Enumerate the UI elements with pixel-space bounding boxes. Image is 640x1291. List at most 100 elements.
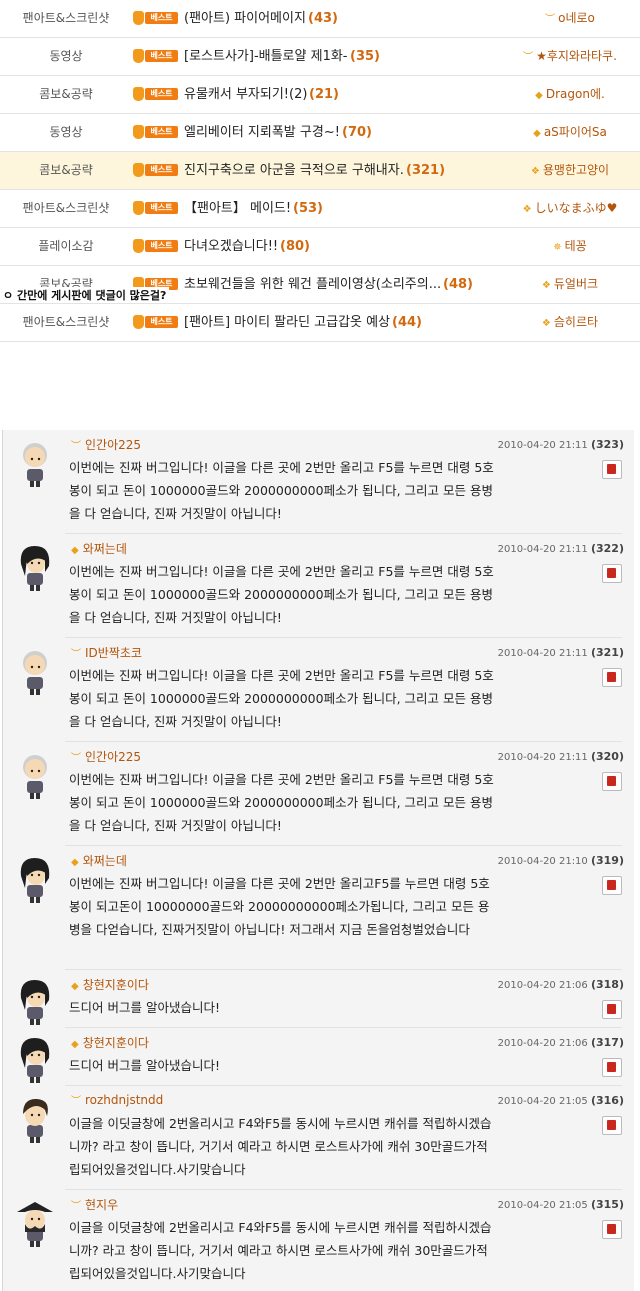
commenter-name[interactable]: ◆ 창현지훈이다 — [71, 976, 149, 993]
comment-count[interactable]: (80) — [280, 228, 310, 265]
comment-count[interactable]: (53) — [293, 190, 323, 227]
report-icon[interactable] — [602, 1000, 622, 1019]
avatar[interactable] — [15, 750, 55, 800]
post-author[interactable]: ︶ o네로o — [505, 0, 635, 37]
post-author-name[interactable]: しいなまふゆ♥ — [535, 201, 618, 215]
comment-number: (321) — [590, 646, 624, 659]
post-author-name[interactable]: 슴히르타 — [554, 315, 598, 329]
post-title-link[interactable]: 엘리베이터 지뢰폭발 구경~! — [184, 114, 340, 151]
report-icon[interactable] — [602, 1058, 622, 1077]
avatar[interactable] — [15, 646, 55, 696]
avatar[interactable] — [15, 1094, 55, 1144]
post-author[interactable]: ◆ aS파이어Sa — [505, 114, 635, 151]
post-author[interactable]: ❖ 듀얼버크 — [505, 266, 635, 303]
post-author[interactable]: ︶ ★후지와라타쿠. — [505, 38, 635, 75]
commenter-name-text[interactable]: 창현지훈이다 — [83, 978, 149, 992]
post-author-name[interactable]: Dragon에. — [546, 87, 605, 101]
post-author-name[interactable]: 테꽁 — [565, 239, 587, 253]
commenter-name[interactable]: ︶ 인간아225 — [71, 436, 141, 453]
post-row[interactable]: 팬아트&스크린샷 베스트 (팬아트) 파이어메이지 (43) ︶ o네로o — [0, 0, 640, 38]
comment-date: 2010-04-20 21:11 (321) — [498, 646, 624, 659]
post-author[interactable]: ❖ 용맹한고양이 — [505, 152, 635, 189]
comment-timestamp: 2010-04-20 21:05 — [497, 1096, 591, 1107]
report-icon[interactable] — [602, 668, 622, 687]
post-title-link[interactable]: 유물캐서 부자되기!(2) — [184, 76, 307, 113]
report-icon[interactable] — [602, 460, 622, 479]
post-row[interactable]: 콤보&공략 베스트 유물캐서 부자되기!(2) (21) ◆ Dragon에. — [0, 76, 640, 114]
post-category[interactable]: 팬아트&스크린샷 — [0, 0, 132, 37]
commenter-name[interactable]: ◆ 와쩌는데 — [71, 852, 127, 869]
report-icon[interactable] — [602, 1116, 622, 1135]
post-category[interactable]: 콤보&공략 — [0, 152, 132, 189]
post-author[interactable]: ✵ 테꽁 — [505, 228, 635, 265]
post-title-link[interactable]: 초보웨건들을 위한 웨건 플레이영상(소리주의... — [184, 266, 441, 303]
avatar[interactable] — [15, 542, 55, 592]
post-author-name[interactable]: ★후지와라타쿠. — [536, 49, 617, 63]
commenter-name[interactable]: ︶ ID반짝초코 — [71, 644, 142, 661]
comment-date: 2010-04-20 21:05 (315) — [498, 1198, 624, 1211]
post-title-link[interactable]: 【팬아트】 메이드! — [184, 190, 291, 227]
commenter-name-text[interactable]: rozhdnjstndd — [85, 1093, 163, 1107]
commenter-name[interactable]: ︶ rozhdnjstndd — [71, 1092, 163, 1107]
commenter-name[interactable]: ︶ 인간아225 — [71, 748, 141, 765]
avatar[interactable] — [15, 438, 55, 488]
comment-text: 이번에는 진짜 버그입니다! 이글을 다른 곳에 2번만 올리고 F5를 누르면… — [69, 460, 494, 521]
commenter-name-text[interactable]: ID반짝초코 — [85, 646, 142, 660]
post-author[interactable]: ◆ Dragon에. — [505, 76, 635, 113]
post-category[interactable]: 동영상 — [0, 38, 132, 75]
post-title-link[interactable]: [팬아트] 마이티 팔라딘 고급갑옷 예상 — [184, 304, 390, 341]
post-author-name[interactable]: o네로o — [558, 11, 595, 25]
comment-text: 이글을 이딧글창에 2번올리시고 F4와F5를 동시에 누르시면 캐쉬를 적립하… — [69, 1116, 492, 1177]
commenter-name-text[interactable]: 인간아225 — [85, 750, 141, 764]
post-author-name[interactable]: 용맹한고양이 — [543, 163, 609, 177]
comment-timestamp: 2010-04-20 21:11 — [497, 648, 591, 659]
avatar[interactable] — [15, 854, 55, 904]
avatar[interactable] — [15, 976, 55, 1026]
post-author[interactable]: ❖ 슴히르타 — [505, 304, 635, 341]
post-category[interactable]: 동영상 — [0, 114, 132, 151]
post-row[interactable]: 콤보&공략 베스트 진지구축으로 아군을 극적으로 구해내자. (321) ❖ 용맹한고양… — [0, 152, 640, 190]
thumbs-up-icon — [133, 201, 144, 215]
comment-count[interactable]: (70) — [342, 114, 372, 151]
post-category[interactable]: 팬아트&스크린샷 — [0, 190, 132, 227]
commenter-name-text[interactable]: 창현지훈이다 — [83, 1036, 149, 1050]
post-row[interactable]: 팬아트&스크린샷 베스트 [팬아트] 마이티 팔라딘 고급갑옷 예상 (44) ❖ 슴히르… — [0, 304, 640, 342]
comment-count[interactable]: (48) — [443, 266, 473, 303]
comment-count[interactable]: (43) — [308, 0, 338, 37]
post-title-link[interactable]: 다녀오겠습니다!! — [184, 228, 278, 265]
post-title-link[interactable]: [로스트사가]-배틀로얄 제1화- — [184, 38, 348, 75]
commenter-name[interactable]: ◆ 창현지훈이다 — [71, 1034, 149, 1051]
diamond-icon: ◆ — [71, 981, 79, 992]
report-icon[interactable] — [602, 876, 622, 895]
post-row[interactable]: 동영상 베스트 [로스트사가]-배틀로얄 제1화- (35) ︶ ★후지와라타쿠. — [0, 38, 640, 76]
commenter-name-text[interactable]: 현지우 — [85, 1198, 118, 1212]
post-category[interactable]: 플레이소감 — [0, 228, 132, 265]
report-icon[interactable] — [602, 1220, 622, 1239]
post-category[interactable]: 팬아트&스크린샷 — [0, 304, 132, 341]
post-row[interactable]: 동영상 베스트 엘리베이터 지뢰폭발 구경~! (70) ◆ aS파이어Sa — [0, 114, 640, 152]
commenter-name-text[interactable]: 인간아225 — [85, 438, 141, 452]
report-icon[interactable] — [602, 772, 622, 791]
post-category[interactable]: 콤보&공략 — [0, 76, 132, 113]
post-author-name[interactable]: 듀얼버크 — [554, 277, 598, 291]
star-icon: ✵ — [553, 242, 562, 253]
commenter-name[interactable]: ◆ 와쩌는데 — [71, 540, 127, 557]
report-icon[interactable] — [602, 564, 622, 583]
comment-count[interactable]: (35) — [350, 38, 380, 75]
comment-count[interactable]: (321) — [406, 152, 445, 189]
avatar[interactable] — [15, 1198, 55, 1248]
post-author[interactable]: ❖ しいなまふゆ♥ — [505, 190, 635, 227]
commenter-name-text[interactable]: 와쩌는데 — [83, 854, 127, 868]
post-title-link[interactable]: 진지구축으로 아군을 극적으로 구해내자. — [184, 152, 404, 189]
commenter-name[interactable]: ︶ 현지우 — [71, 1196, 118, 1213]
commenter-name-text[interactable]: 와쩌는데 — [83, 542, 127, 556]
avatar[interactable] — [15, 1034, 55, 1084]
comment-item: ◆ 창현지훈이다 2010-04-20 21:06 (317) 드디어 버그를 알아냈… — [3, 1028, 634, 1086]
thumbs-up-icon — [133, 49, 144, 63]
post-row[interactable]: 플레이소감 베스트 다녀오겠습니다!! (80) ✵ 테꽁 — [0, 228, 640, 266]
post-title-link[interactable]: (팬아트) 파이어메이지 — [184, 0, 306, 37]
post-row[interactable]: 팬아트&스크린샷 베스트 【팬아트】 메이드! (53) ❖ しいなまふゆ♥ — [0, 190, 640, 228]
comment-count[interactable]: (21) — [309, 76, 339, 113]
post-author-name[interactable]: aS파이어Sa — [544, 125, 607, 139]
comment-count[interactable]: (44) — [392, 304, 422, 341]
